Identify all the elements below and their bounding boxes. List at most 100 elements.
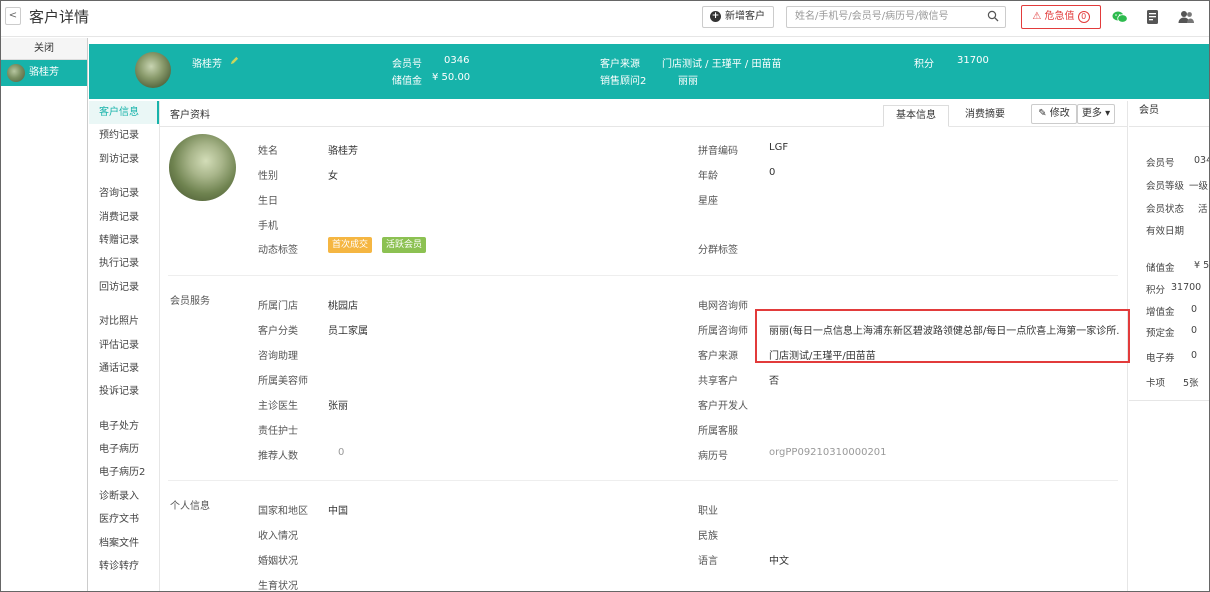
source-label: 客户来源 xyxy=(698,351,738,362)
avatar xyxy=(135,52,171,88)
group-tag-label: 分群标签 xyxy=(698,245,738,256)
online-consultant-label: 电网咨询师 xyxy=(698,301,748,312)
language-value: 中文 xyxy=(769,556,789,567)
nav-item[interactable]: 档案文件 xyxy=(89,532,159,555)
profile-panel-header: 客户资料 基本信息 消费摘要 ✎ 修改 更多 ▾ xyxy=(160,101,1128,127)
record-no-label: 病历号 xyxy=(698,451,728,462)
nav-item[interactable]: 执行记录 xyxy=(89,252,159,275)
nav-group-gap xyxy=(89,171,159,182)
name-label: 姓名 xyxy=(258,146,278,157)
header-points-label: 积分 xyxy=(914,59,934,70)
nav-item[interactable]: 电子处方 xyxy=(89,415,159,438)
search-input[interactable]: 姓名/手机号/会员号/病历号/微信号 xyxy=(786,6,1006,28)
add-customer-label: 新增客户 xyxy=(725,11,765,22)
header-source: 门店测试 / 王瑾平 / 田苗苗 xyxy=(662,59,782,70)
rp-level-label: 会员等级 xyxy=(1146,181,1185,192)
rp-card-label: 卡项 xyxy=(1146,378,1166,389)
nav-item[interactable]: 评估记录 xyxy=(89,334,159,357)
wechat-icon[interactable] xyxy=(1111,8,1129,26)
phone-label: 手机 xyxy=(258,221,278,232)
member-side-panel: 会员 会员号 034 会员等级 一级 会员状态 活 有效日期 储值金 ¥ 5 积… xyxy=(1129,101,1209,401)
alert-value-button[interactable]: ⚠ 危急值 0 xyxy=(1021,5,1101,29)
warning-icon: ⚠ xyxy=(1032,11,1042,22)
nav-item[interactable]: 转赠记录 xyxy=(89,229,159,252)
caret-down-icon: ▾ xyxy=(1105,108,1111,119)
users-icon[interactable] xyxy=(1177,8,1195,26)
referrals-value: 0 xyxy=(338,447,345,458)
marital-label: 婚姻状况 xyxy=(258,556,298,567)
nav-item[interactable]: 转诊转疗 xyxy=(89,555,159,578)
nav-item[interactable]: 电子病历 xyxy=(89,438,159,461)
nav-group-gap xyxy=(89,404,159,415)
nav-item[interactable]: 投诉记录 xyxy=(89,380,159,403)
tab-basic-info[interactable]: 基本信息 xyxy=(883,105,949,127)
nav-item[interactable]: 消费记录 xyxy=(89,206,159,229)
age-label: 年龄 xyxy=(698,171,718,182)
header-points: 31700 xyxy=(957,55,989,66)
nav-item[interactable]: 回访记录 xyxy=(89,276,159,299)
pinyin-label: 拼音编码 xyxy=(698,146,738,157)
close-tab-button[interactable]: 关闭 xyxy=(1,38,87,60)
search-icon[interactable] xyxy=(987,10,999,22)
header-member-no-label: 会员号 xyxy=(392,59,422,70)
nav-item[interactable]: 对比照片 xyxy=(89,310,159,333)
customer-profile-panel: 客户资料 基本信息 消费摘要 ✎ 修改 更多 ▾ 姓名 骆桂芳 性别 女 生日 … xyxy=(160,101,1130,592)
nav-item[interactable]: 到访记录 xyxy=(89,148,159,171)
divider xyxy=(168,275,1118,276)
gender-value: 女 xyxy=(328,171,338,182)
nav-item[interactable]: 客户信息 xyxy=(89,101,159,125)
doctor-value: 张丽 xyxy=(328,401,348,412)
income-label: 收入情况 xyxy=(258,531,298,542)
customer-detail-page: < 客户详情 + 新增客户 姓名/手机号/会员号/病历号/微信号 ⚠ 危急值 0 xyxy=(0,0,1210,592)
assistant-label: 咨询助理 xyxy=(258,351,298,362)
nav-group-gap xyxy=(89,299,159,310)
dynamic-tags-label: 动态标签 xyxy=(258,245,298,256)
edit-label: 修改 xyxy=(1049,108,1070,119)
header-advisor: 丽丽 xyxy=(678,76,698,87)
language-label: 语言 xyxy=(698,556,718,567)
rp-valid-label: 有效日期 xyxy=(1146,226,1185,237)
customer-tab-current[interactable]: 骆桂芳 xyxy=(1,60,87,86)
nav-item[interactable]: 预约记录 xyxy=(89,124,159,147)
back-button[interactable]: < xyxy=(5,7,21,25)
personal-info-title: 个人信息 xyxy=(170,501,210,512)
doctor-label: 主诊医生 xyxy=(258,401,298,412)
tab-consume-summary[interactable]: 消费摘要 xyxy=(954,105,1016,127)
nav-item[interactable]: 咨询记录 xyxy=(89,182,159,205)
nav-item[interactable]: 电子病历2 xyxy=(89,461,159,484)
pinyin-value: LGF xyxy=(769,142,789,153)
nav-item[interactable]: 诊断录入 xyxy=(89,485,159,508)
store-label: 所属门店 xyxy=(258,301,298,312)
record-no-value: orgPP09210310000201 xyxy=(769,447,887,458)
divider xyxy=(168,480,1118,481)
tag-first-deal: 首次成交 xyxy=(328,237,373,253)
customer-side-nav: 客户信息 预约记录 到访记录咨询记录 消费记录 转赠记录 执行记录 回访记录对比照片 评估记录… xyxy=(89,101,160,591)
birth-status-label: 生育状况 xyxy=(258,581,298,592)
referrals-label: 推荐人数 xyxy=(258,451,298,462)
nurse-label: 责任护士 xyxy=(258,426,298,437)
country-label: 国家和地区 xyxy=(258,506,308,517)
rp-status-label: 会员状态 xyxy=(1146,204,1185,215)
avatar xyxy=(7,64,25,82)
customer-summary-header: 骆桂芳 会员号 0346 储值金 ¥ 50.00 客户来源 门店测试 / 王瑾平… xyxy=(89,44,1209,99)
more-dropdown-button[interactable]: 更多 ▾ xyxy=(1077,104,1115,124)
alert-count-badge: 0 xyxy=(1077,11,1090,23)
tag-active-member: 活跃会员 xyxy=(382,237,427,253)
nav-item[interactable]: 通话记录 xyxy=(89,357,159,380)
shared-label: 共享客户 xyxy=(698,376,738,387)
rp-bonus-label: 增值金 xyxy=(1146,307,1175,318)
add-customer-button[interactable]: + 新增客户 xyxy=(702,6,774,28)
developer-label: 客户开发人 xyxy=(698,401,748,412)
rp-level: 一级 xyxy=(1189,181,1209,192)
customer-photo xyxy=(169,134,236,201)
gender-label: 性别 xyxy=(258,171,278,182)
edit-button[interactable]: ✎ 修改 xyxy=(1031,104,1077,124)
pencil-icon: ✎ xyxy=(1038,108,1047,119)
rp-coupon: 0 xyxy=(1191,350,1198,361)
notes-icon[interactable] xyxy=(1144,8,1162,26)
rp-card: 5张 xyxy=(1183,378,1199,389)
nav-item[interactable]: 医疗文书 xyxy=(89,508,159,531)
rp-balance: ¥ 5 xyxy=(1194,260,1209,271)
rp-points: 31700 xyxy=(1171,282,1202,293)
pencil-icon[interactable] xyxy=(230,56,239,65)
